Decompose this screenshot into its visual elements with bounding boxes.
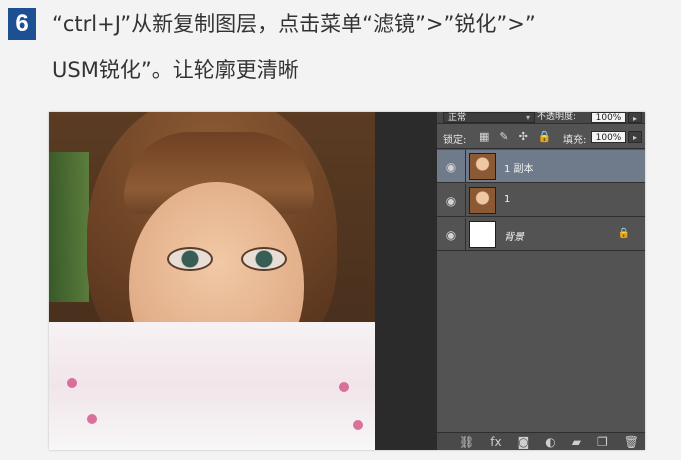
blend-row: 正常 ▾ 不透明度: 100% ▸	[437, 112, 645, 124]
right-eye	[241, 247, 287, 271]
folder-icon[interactable]: ▰	[572, 435, 581, 449]
layer-name: 1 副本	[504, 164, 534, 175]
layer-row-copy[interactable]: ◉ 1 副本	[437, 150, 645, 183]
shirt-pattern-dot	[87, 414, 97, 424]
trash-icon[interactable]: 🗑	[624, 435, 639, 449]
new-layer-icon[interactable]: ❐	[597, 435, 608, 449]
lock-position-icon[interactable]: ✣	[519, 130, 528, 143]
fill-label: 填充:	[563, 135, 587, 146]
screenshot-frame: 正常 ▾ 不透明度: 100% ▸ 锁定: ▦ ✎ ✣ 🔒 填充: 100% ▸…	[49, 112, 645, 450]
fill-input[interactable]: 100%	[591, 131, 626, 143]
shirt	[49, 322, 375, 450]
shirt-pattern-dot	[67, 378, 77, 388]
blend-mode-select[interactable]: 正常	[443, 112, 535, 123]
shirt-pattern-dot	[339, 382, 349, 392]
instruction-line-1: “ctrl+J”从新复制图层，点击菜单“滤镜”>”锐化”>”	[52, 12, 536, 36]
instruction-line-2: USM锐化”。让轮廓更清晰	[52, 58, 299, 82]
opacity-label: 不透明度:	[537, 112, 577, 122]
adjustment-icon[interactable]: ◐	[545, 435, 555, 449]
fill-dropdown-icon[interactable]: ▸	[628, 131, 642, 143]
photo-canvas	[49, 112, 375, 450]
background-foliage	[49, 152, 89, 302]
lock-all-icon[interactable]: 🔒	[538, 130, 552, 143]
shirt-pattern-dot	[353, 420, 363, 430]
mask-icon[interactable]: ◙	[518, 435, 530, 449]
layer-row-1[interactable]: ◉ 1	[437, 184, 645, 217]
visibility-eye-icon[interactable]: ◉	[437, 184, 466, 217]
footer-icons: ⛓ fx ◙ ◐ ▰ ❐ 🗑	[459, 435, 639, 449]
layer-name: 背景	[504, 232, 524, 243]
link-icon[interactable]: ⛓	[459, 435, 474, 449]
lock-transparent-pixels-icon[interactable]: ▦	[479, 130, 489, 143]
layer-row-background[interactable]: ◉ 背景 🔒	[437, 218, 645, 251]
layer-thumbnail	[469, 153, 496, 180]
opacity-input[interactable]: 100%	[591, 112, 626, 123]
lock-label: 锁定:	[443, 135, 467, 146]
lock-icons: ▦ ✎ ✣ 🔒	[479, 130, 552, 143]
left-eye	[167, 247, 213, 271]
fx-icon[interactable]: fx	[490, 435, 501, 449]
step-number-badge: 6	[8, 8, 36, 40]
lock-icon: 🔒	[617, 228, 630, 239]
lock-image-pixels-icon[interactable]: ✎	[499, 130, 508, 143]
opacity-dropdown-icon[interactable]: ▸	[628, 112, 642, 123]
layer-name: 1	[504, 194, 511, 205]
lock-row: 锁定: ▦ ✎ ✣ 🔒 填充: 100% ▸	[437, 125, 645, 149]
visibility-eye-icon[interactable]: ◉	[437, 218, 466, 251]
background-thumbnail	[469, 221, 496, 248]
layer-thumbnail	[469, 187, 496, 214]
canvas-gutter	[375, 112, 437, 450]
layers-panel: 正常 ▾ 不透明度: 100% ▸ 锁定: ▦ ✎ ✣ 🔒 填充: 100% ▸…	[437, 112, 645, 450]
visibility-eye-icon[interactable]: ◉	[437, 150, 466, 183]
layers-footer: ⛓ fx ◙ ◐ ▰ ❐ 🗑	[437, 432, 645, 450]
chevron-down-icon[interactable]: ▾	[523, 112, 533, 123]
